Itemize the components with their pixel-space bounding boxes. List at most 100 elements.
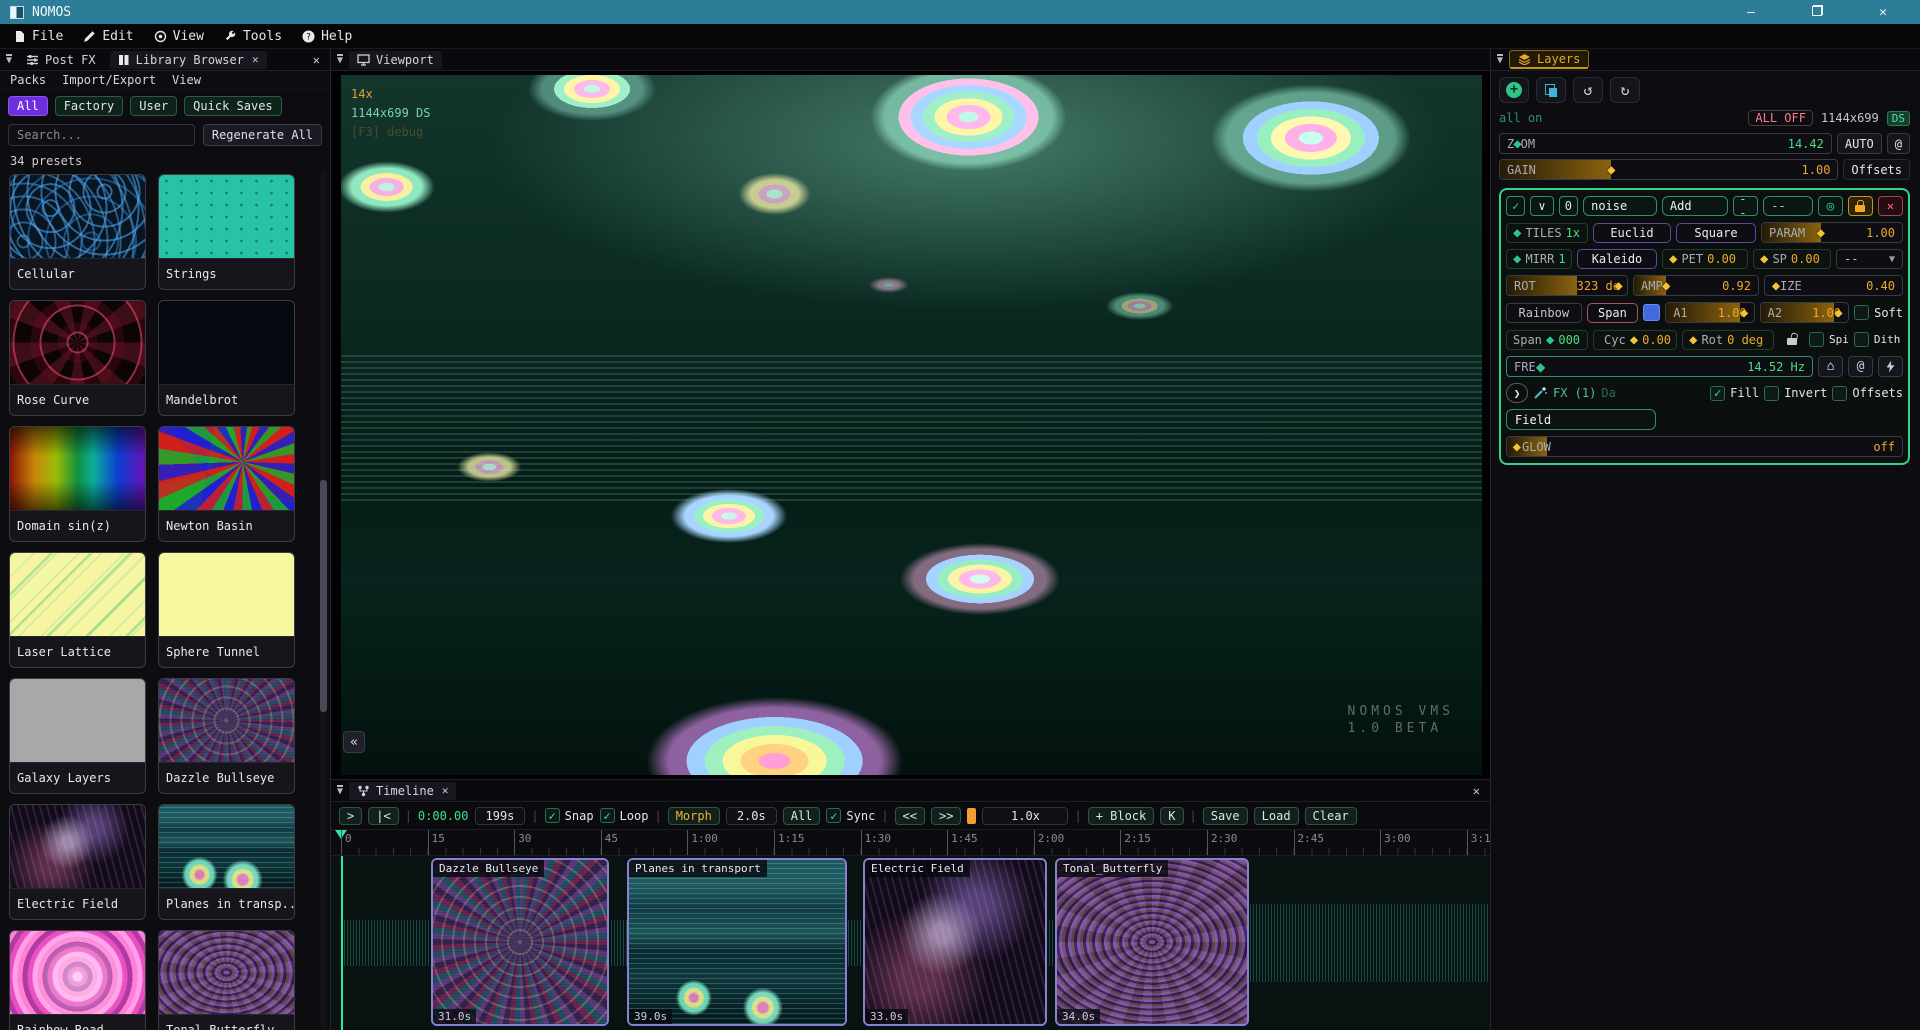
add-block-button[interactable]: + Block	[1088, 807, 1155, 825]
link-button[interactable]: @	[1848, 356, 1873, 377]
gain-offsets-button[interactable]: Offsets	[1843, 159, 1910, 180]
mirror-param[interactable]: ◆MIRR1	[1506, 249, 1572, 269]
dock-menu-icon[interactable]: ▼	[337, 54, 343, 65]
offsets-toggle[interactable]: Offsets	[1832, 386, 1903, 401]
amp-slider[interactable]: ◆ AMP 0.92	[1633, 275, 1759, 296]
tab-close-icon[interactable]: ✕	[252, 53, 259, 66]
zoom-link-button[interactable]: @	[1887, 133, 1910, 154]
tab-library-browser[interactable]: Library Browser ✕	[110, 51, 267, 69]
zoom-auto-button[interactable]: AUTO	[1837, 133, 1882, 154]
rainbow-mode-button[interactable]: Rainbow	[1506, 303, 1582, 323]
offsets-checkbox[interactable]	[1832, 386, 1847, 401]
a2-handle[interactable]: ◆	[1834, 305, 1842, 321]
a1-handle[interactable]: ◆	[1740, 305, 1748, 321]
dock-menu-icon[interactable]: ▼	[6, 54, 12, 65]
rewind-button[interactable]: |<	[368, 807, 398, 825]
fill-toggle[interactable]: Fill	[1710, 386, 1759, 401]
size-handle[interactable]: ◆	[1772, 278, 1780, 294]
timeline-ruler[interactable]: 01530451:001:151:301:452:002:152:302:453…	[331, 830, 1490, 856]
euclid-button[interactable]: Euclid	[1593, 223, 1671, 243]
preset-card[interactable]: Domain sin(z)	[9, 426, 146, 542]
glow-slider[interactable]: ◆ GLOW off	[1506, 436, 1903, 457]
filter-chip[interactable]: Quick Saves	[184, 96, 281, 116]
filter-chip[interactable]: Factory	[55, 96, 124, 116]
duration-field[interactable]: 199s	[475, 807, 526, 825]
playhead-line[interactable]	[341, 856, 343, 1030]
preset-card[interactable]: Strings	[158, 174, 295, 290]
tab-close-icon[interactable]: ✕	[442, 784, 449, 797]
sync-toggle[interactable]: Sync	[826, 808, 875, 823]
a1-slider[interactable]: A1 1.00 ◆	[1665, 302, 1754, 323]
preset-card[interactable]: Mandelbrot	[158, 300, 295, 416]
render-canvas[interactable]: 14x 1144x699 DS [F3] debug NOMOS VMS 1.0…	[341, 75, 1482, 775]
menu-edit[interactable]: Edit	[75, 27, 141, 46]
collapse-sidebar-button[interactable]: «	[343, 731, 365, 753]
field-input[interactable]: Field	[1506, 409, 1656, 430]
snap-checkbox[interactable]	[545, 808, 560, 823]
pet-param[interactable]: ◆PET0.00	[1662, 249, 1748, 269]
tab-post-fx[interactable]: Post FX	[18, 51, 104, 69]
param-slider[interactable]: ◆ PARAM 1.00	[1761, 222, 1903, 243]
blend-mode-select[interactable]: Add	[1662, 196, 1728, 216]
rot-slider[interactable]: ROT 323 de ◆	[1506, 275, 1628, 296]
layer-name-input[interactable]: noise	[1583, 196, 1657, 216]
search-input[interactable]	[8, 124, 195, 146]
timeline-clip[interactable]: Dazzle Bullseye 31.0s	[431, 858, 609, 1026]
preset-card[interactable]: Tonal_Butterfly	[158, 930, 295, 1030]
preset-card[interactable]: Cellular	[9, 174, 146, 290]
layer-lock-icon[interactable]	[1848, 196, 1873, 216]
zoom-slider[interactable]: Z◆OM 14.42	[1499, 133, 1832, 154]
sync-checkbox[interactable]	[826, 808, 841, 823]
a2-slider[interactable]: A2 1.00 ◆	[1760, 302, 1849, 323]
dith-toggle[interactable]: Dith	[1854, 332, 1901, 347]
modifier-dropdown[interactable]: --▼	[1836, 249, 1903, 269]
audio-react-button[interactable]	[1878, 356, 1903, 377]
gain-handle[interactable]: ◆	[1607, 162, 1615, 178]
color-lock-icon[interactable]	[1779, 329, 1804, 350]
speed-field[interactable]: 1.0x	[982, 807, 1068, 825]
spi-checkbox[interactable]	[1809, 332, 1824, 347]
filter-chip[interactable]: User	[130, 96, 177, 116]
menu-file[interactable]: File	[6, 27, 71, 46]
preset-card[interactable]: Galaxy Layers	[9, 678, 146, 794]
redo-button[interactable]: ↻	[1610, 77, 1640, 103]
size-slider[interactable]: ◆ IZE 0.40	[1764, 275, 1903, 296]
loop-toggle[interactable]: Loop	[600, 808, 649, 823]
timeline-clip[interactable]: Tonal_Butterfly 34.0s	[1055, 858, 1249, 1026]
close-button[interactable]: ✕	[1874, 5, 1892, 20]
layer-collapse-chevron[interactable]: ∨	[1530, 196, 1553, 216]
panel-close-icon[interactable]: ✕	[313, 53, 324, 67]
load-button[interactable]: Load	[1254, 807, 1299, 825]
preset-card[interactable]: Laser Lattice	[9, 552, 146, 668]
fx-expander[interactable]: ❯	[1506, 383, 1528, 403]
tab-timeline[interactable]: Timeline ✕	[349, 782, 456, 800]
menu-view[interactable]: View	[146, 27, 212, 46]
scrollbar-thumb[interactable]	[320, 480, 327, 712]
preset-card[interactable]: Sphere Tunnel	[158, 552, 295, 668]
square-button[interactable]: Square	[1676, 223, 1756, 243]
preset-card[interactable]: Electric Field	[9, 804, 146, 920]
undo-button[interactable]: ↺	[1573, 77, 1603, 103]
loop-checkbox[interactable]	[600, 808, 615, 823]
dock-menu-icon[interactable]: ▼	[1497, 54, 1503, 65]
freq-handle[interactable]: ◆	[1536, 357, 1546, 376]
layer-visibility-eye-icon[interactable]: ◎	[1818, 196, 1843, 216]
save-button[interactable]: Save	[1203, 807, 1248, 825]
spin-param[interactable]: ◆SP0.00	[1753, 249, 1831, 269]
slot2-select[interactable]: --	[1763, 196, 1813, 216]
glow-handle[interactable]: ◆	[1513, 439, 1521, 455]
all-button[interactable]: All	[783, 807, 821, 825]
prev-button[interactable]: <<	[895, 807, 925, 825]
timeline-clip[interactable]: Electric Field 33.0s	[863, 858, 1047, 1026]
duplicate-layer-button[interactable]	[1536, 77, 1566, 103]
preset-card[interactable]: Newton Basin	[158, 426, 295, 542]
regenerate-all-button[interactable]: Regenerate All	[203, 124, 322, 146]
morph-button[interactable]: Morph	[668, 807, 720, 825]
span-mode-button[interactable]: Span	[1587, 303, 1639, 323]
clear-button[interactable]: Clear	[1305, 807, 1357, 825]
menu-import-export[interactable]: Import/Export	[62, 73, 156, 87]
rot-handle[interactable]: ◆	[1614, 278, 1622, 294]
param-handle[interactable]: ◆	[1817, 225, 1825, 241]
morph-time-field[interactable]: 2.0s	[726, 807, 777, 825]
play-button[interactable]: >	[339, 807, 362, 825]
